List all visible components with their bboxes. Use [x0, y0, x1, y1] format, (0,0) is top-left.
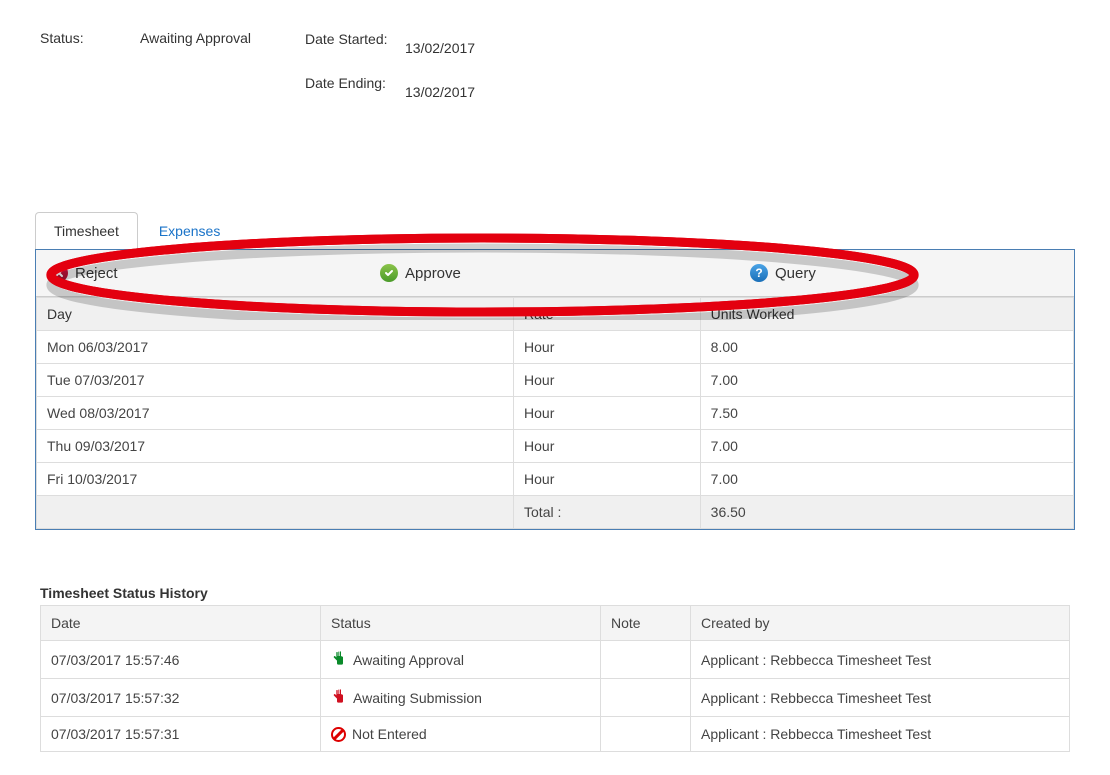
status-value: Awaiting Approval [140, 30, 305, 46]
reject-icon [50, 264, 68, 282]
col-day-header: Day [37, 298, 514, 331]
cell-rate: Hour [514, 397, 701, 430]
hist-col-by: Created by [691, 606, 1070, 641]
cell-rate: Hour [514, 463, 701, 496]
cell-units: 7.00 [700, 364, 1073, 397]
total-value: 36.50 [700, 496, 1073, 529]
hist-cell-note [601, 717, 691, 752]
cell-units: 8.00 [700, 331, 1073, 364]
history-row: 07/03/2017 15:57:32 Awaiting Submission Ap… [41, 679, 1070, 717]
table-row: Thu 09/03/2017Hour7.00 [37, 430, 1074, 463]
history-table: Date Status Note Created by 07/03/2017 1… [40, 605, 1070, 752]
hand-red-icon [331, 688, 347, 707]
cell-day: Mon 06/03/2017 [37, 331, 514, 364]
col-rate-header: Rate [514, 298, 701, 331]
cell-units: 7.00 [700, 430, 1073, 463]
hist-cell-date: 07/03/2017 15:57:32 [41, 679, 321, 717]
header-info-row-1: Status: Awaiting Approval Date Started: … [20, 30, 1090, 56]
cell-rate: Hour [514, 430, 701, 463]
status-label: Status: [40, 30, 140, 46]
history-row: 07/03/2017 15:57:31 Not Entered Applicant … [41, 717, 1070, 752]
hist-cell-note [601, 679, 691, 717]
total-row: Total : 36.50 [37, 496, 1074, 529]
timesheet-panel: Reject Approve ? Query [35, 249, 1075, 530]
hist-status-text: Awaiting Approval [353, 652, 464, 668]
history-row: 07/03/2017 15:57:46 Awaiting Approval Appl… [41, 641, 1070, 679]
history-header-row: Date Status Note Created by [41, 606, 1070, 641]
hist-cell-by: Applicant : Rebbecca Timesheet Test [691, 679, 1070, 717]
table-row: Wed 08/03/2017Hour7.50 [37, 397, 1074, 430]
hist-cell-status: Awaiting Approval [321, 641, 601, 679]
approve-icon [380, 264, 398, 282]
tab-timesheet[interactable]: Timesheet [35, 212, 138, 249]
hist-cell-status: Awaiting Submission [321, 679, 601, 717]
date-ending-value: 13/02/2017 [405, 74, 525, 100]
approve-label: Approve [405, 265, 461, 282]
date-started-label: Date Started: [305, 30, 405, 48]
col-units-header: Units Worked [700, 298, 1073, 331]
query-label: Query [775, 265, 816, 282]
query-icon: ? [750, 264, 768, 282]
tab-expenses[interactable]: Expenses [140, 212, 239, 249]
table-row: Mon 06/03/2017Hour8.00 [37, 331, 1074, 364]
reject-label: Reject [75, 265, 118, 282]
hist-col-status: Status [321, 606, 601, 641]
cell-day: Fri 10/03/2017 [37, 463, 514, 496]
action-row: Reject Approve ? Query [36, 250, 1074, 297]
reject-button[interactable]: Reject [36, 250, 366, 296]
history-title: Timesheet Status History [40, 585, 1070, 601]
hand-green-icon [331, 650, 347, 669]
hist-status-text: Awaiting Submission [353, 690, 482, 706]
hist-col-date: Date [41, 606, 321, 641]
query-button[interactable]: ? Query [736, 250, 826, 296]
table-header-row: Day Rate Units Worked [37, 298, 1074, 331]
total-label: Total : [514, 496, 701, 529]
not-entered-icon [331, 727, 346, 742]
hist-cell-status: Not Entered [321, 717, 601, 752]
table-row: Tue 07/03/2017Hour7.00 [37, 364, 1074, 397]
cell-units: 7.50 [700, 397, 1073, 430]
hist-cell-by: Applicant : Rebbecca Timesheet Test [691, 641, 1070, 679]
hist-cell-date: 07/03/2017 15:57:46 [41, 641, 321, 679]
hist-cell-date: 07/03/2017 15:57:31 [41, 717, 321, 752]
cell-units: 7.00 [700, 463, 1073, 496]
date-started-value: 13/02/2017 [405, 30, 525, 56]
table-row: Fri 10/03/2017Hour7.00 [37, 463, 1074, 496]
header-info-row-2: Date Ending: 13/02/2017 [20, 74, 1090, 100]
date-ending-label: Date Ending: [305, 74, 405, 92]
cell-rate: Hour [514, 364, 701, 397]
hist-cell-note [601, 641, 691, 679]
approve-button[interactable]: Approve [366, 250, 736, 296]
tab-bar: Timesheet Expenses [20, 212, 1090, 249]
hist-cell-by: Applicant : Rebbecca Timesheet Test [691, 717, 1070, 752]
hist-col-note: Note [601, 606, 691, 641]
cell-day: Wed 08/03/2017 [37, 397, 514, 430]
timesheet-table: Day Rate Units Worked Mon 06/03/2017Hour… [36, 297, 1074, 529]
cell-day: Tue 07/03/2017 [37, 364, 514, 397]
hist-status-text: Not Entered [352, 726, 427, 742]
cell-day: Thu 09/03/2017 [37, 430, 514, 463]
cell-rate: Hour [514, 331, 701, 364]
